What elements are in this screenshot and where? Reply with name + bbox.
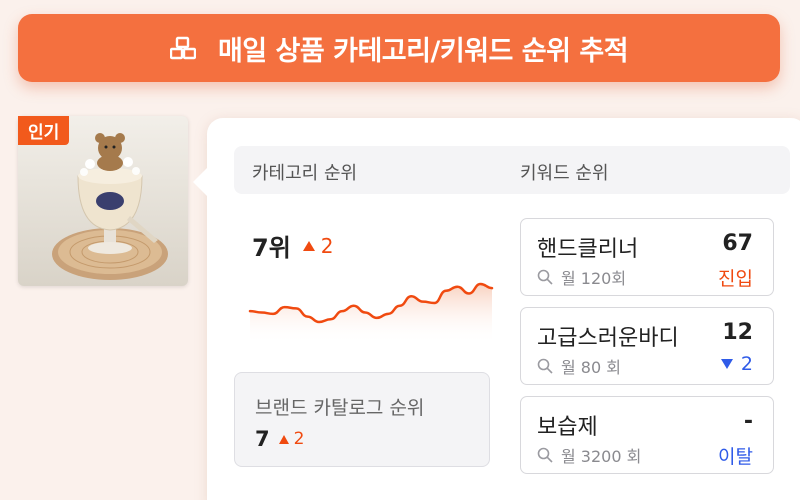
keyword-status-new: 진입 [718,268,753,290]
keyword-volume: 월 3200 회 [537,443,641,467]
brand-catalog-change: 2 [293,429,305,449]
up-triangle-icon [302,240,315,251]
brand-catalog-change-up: 2 [270,429,305,449]
up-triangle-icon [278,434,289,444]
card-pointer [193,166,209,198]
category-rank-trend-chart [248,282,494,344]
keyword-status-value: 2 [740,353,753,375]
brand-catalog-rank-box: 브랜드 카탈로그 순위 7 2 [234,372,490,467]
down-triangle-icon [720,359,733,369]
keyword-rank-header: 키워드 순위 [520,163,609,184]
keyword-card[interactable]: 고급스러운바디 12 월 80 회 2 [520,307,774,385]
keyword-status-out: 이탈 [718,446,753,468]
keyword-volume: 월 120회 [537,265,626,289]
rank-change-value: 2 [320,233,334,258]
keyword-rank: 12 [722,320,753,345]
keyword-volume-text: 월 80 회 [561,358,621,377]
banner-title: 매일 상품 카테고리/키워드 순위 추적 [217,35,629,67]
keyword-volume: 월 80 회 [537,354,621,378]
keyword-rank: - [743,409,753,434]
keyword-volume-text: 월 3200 회 [561,447,642,466]
brand-catalog-rank: 7 [255,427,270,451]
keyword-status-down: 2 [720,353,753,375]
category-rank-value: 7위 [252,234,291,262]
category-rank: 7위 2 [252,228,334,263]
header-banner: 매일 상품 카테고리/키워드 순위 추적 [18,14,780,82]
column-header: 카테고리 순위 키워드 순위 [234,146,790,194]
keyword-rank: 67 [722,231,753,256]
search-icon [537,269,553,285]
keyword-volume-text: 월 120회 [561,269,627,288]
boxes-icon [169,35,196,61]
rank-change-up: 2 [291,234,334,258]
keyword-name: 고급스러운바디 [537,326,679,351]
keyword-card[interactable]: 핸드클리너 67 월 120회 진입 [520,218,774,296]
search-icon [537,358,553,374]
keyword-name: 핸드클리너 [537,237,639,262]
category-rank-header: 카테고리 순위 [252,163,358,184]
keyword-name: 보습제 [537,415,598,440]
keyword-card[interactable]: 보습제 - 월 3200 회 이탈 [520,396,774,474]
brand-catalog-label: 브랜드 카탈로그 순위 [255,397,425,419]
popular-badge: 인기 [18,116,70,145]
search-icon [537,447,553,463]
